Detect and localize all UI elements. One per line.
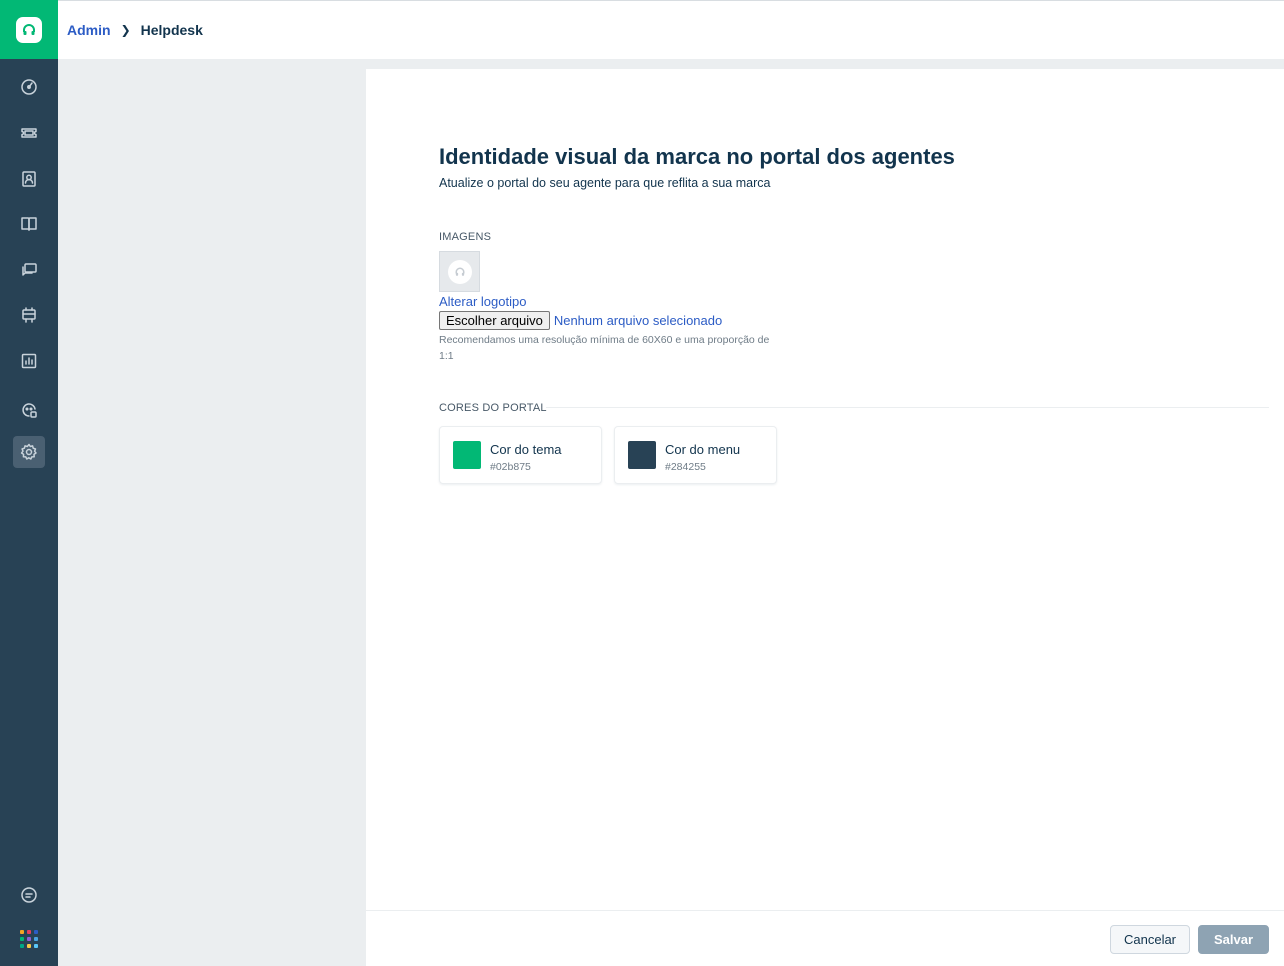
headset-icon bbox=[447, 259, 472, 284]
forums-icon bbox=[22, 263, 37, 276]
change-logo-link[interactable]: Alterar logotipo bbox=[439, 294, 526, 309]
sidebar bbox=[0, 0, 58, 966]
reports-icon bbox=[21, 353, 37, 369]
colors-section-label: CORES DO PORTAL bbox=[439, 402, 547, 414]
bot-icon bbox=[22, 403, 37, 418]
sidebar-item-contacts[interactable] bbox=[13, 163, 45, 195]
images-section-label: IMAGENS bbox=[439, 231, 492, 243]
menu-color-card[interactable]: Cor do menu #284255 bbox=[614, 426, 777, 484]
assets-icon bbox=[22, 307, 36, 323]
cancel-button[interactable]: Cancelar bbox=[1110, 925, 1190, 954]
breadcrumb-admin-link[interactable]: Admin bbox=[67, 22, 111, 38]
chat-icon bbox=[21, 887, 37, 903]
sidebar-item-solutions[interactable] bbox=[13, 208, 45, 240]
admin-gear-icon bbox=[20, 443, 37, 460]
menu-color-hex: #284255 bbox=[665, 461, 706, 473]
menu-color-swatch[interactable] bbox=[628, 441, 656, 469]
page-subtitle: Atualize o portal do seu agente para que… bbox=[439, 176, 771, 190]
sidebar-item-reports[interactable] bbox=[13, 345, 45, 377]
page-title: Identidade visual da marca no portal dos… bbox=[439, 144, 955, 169]
menu-color-name: Cor do menu bbox=[665, 442, 741, 457]
headset-icon bbox=[16, 16, 42, 43]
save-button[interactable]: Salvar bbox=[1198, 925, 1269, 954]
sidebar-item-dashboard[interactable] bbox=[13, 71, 45, 103]
sidebar-item-tickets[interactable] bbox=[13, 117, 45, 149]
sidebar-item-forums[interactable] bbox=[13, 254, 45, 286]
brand-logo[interactable] bbox=[0, 0, 58, 59]
theme-color-card[interactable]: Cor do tema #02b875 bbox=[439, 426, 602, 484]
file-input: Escolher arquivo Nenhum arquivo selecion… bbox=[439, 311, 722, 330]
breadcrumb-current: Helpdesk bbox=[140, 22, 203, 38]
main-panel: Identidade visual da marca no portal dos… bbox=[366, 69, 1284, 966]
footer-bar: Cancelar Salvar bbox=[366, 910, 1284, 966]
section-divider bbox=[546, 407, 1269, 408]
theme-color-swatch[interactable] bbox=[453, 441, 481, 469]
tickets-icon bbox=[21, 128, 37, 138]
sidebar-item-chat[interactable] bbox=[13, 879, 45, 911]
dashboard-icon bbox=[21, 79, 37, 95]
contacts-icon bbox=[22, 171, 36, 187]
file-status-text: Nenhum arquivo selecionado bbox=[553, 313, 723, 328]
solutions-icon bbox=[21, 217, 37, 231]
chevron-right-icon: ❯ bbox=[120, 23, 131, 37]
theme-color-hex: #02b875 bbox=[490, 461, 531, 473]
choose-file-button[interactable]: Escolher arquivo bbox=[439, 311, 550, 330]
sidebar-item-assets[interactable] bbox=[13, 299, 45, 331]
logo-preview bbox=[439, 251, 480, 292]
sidebar-item-admin[interactable] bbox=[13, 436, 45, 468]
sidebar-item-bot[interactable] bbox=[13, 394, 45, 426]
top-header: Admin ❯ Helpdesk bbox=[58, 0, 1284, 59]
theme-color-name: Cor do tema bbox=[490, 442, 562, 457]
resolution-hint: Recomendamos uma resolução mínima de 60X… bbox=[439, 334, 770, 362]
apps-grid-icon[interactable] bbox=[20, 930, 38, 948]
